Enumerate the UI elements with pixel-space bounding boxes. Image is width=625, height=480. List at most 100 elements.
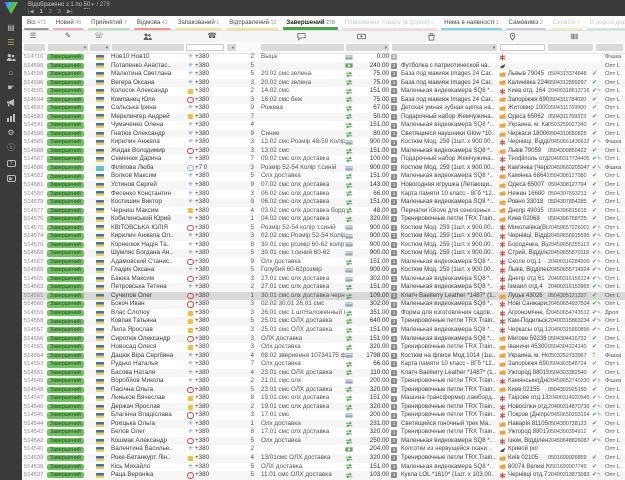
delivery-column-icon[interactable] — [505, 31, 519, 41]
column-filter[interactable] — [186, 44, 224, 52]
call-column-icon[interactable]: ☏ — [92, 31, 106, 41]
column-filter[interactable] — [24, 44, 45, 52]
table-row[interactable]: 514576ЗавершенийКобилинський Юрий✳+38010… — [22, 215, 625, 224]
table-row[interactable]: 514575ЗавершенийКВІТОВСЬКА ЮЛІЯ+3805Розм… — [22, 224, 625, 233]
clients-icon[interactable] — [4, 53, 18, 63]
tab-Завершений[interactable]: Завершений278 — [281, 16, 339, 30]
page-number[interactable]: 2 — [49, 9, 52, 15]
column-filter[interactable] — [112, 44, 184, 52]
table-row[interactable]: 514539ЗавершенийРоке-Бетанкурт Лін..+380… — [22, 454, 625, 463]
phone-column-icon[interactable]: ☎ — [205, 31, 219, 41]
column-filter[interactable] — [261, 44, 344, 52]
table-row[interactable]: 514594ЗавершенийКомпанец Юля+380318.02 с… — [22, 96, 625, 105]
tab-Нема в наявності[interactable]: Нема в наявності1 — [439, 16, 503, 30]
table-row[interactable]: 514549ЗавершенийВоробйов Микола✳+380221.… — [22, 377, 625, 386]
table-row[interactable]: 514586ЗавершенийФіліпова Люба+7 03Розмір… — [22, 164, 625, 173]
column-filter[interactable] — [500, 44, 545, 52]
table-row[interactable]: 514591ЗавершенийЧумаченко Олена✳+3804151… — [22, 121, 625, 130]
comment-column-icon[interactable] — [294, 31, 308, 41]
table-row[interactable]: 514559ЗавершенийВлас Слотюу+380326.01 см… — [22, 309, 625, 318]
table-row[interactable]: 514716ЗавершенийНов10 Нов10✳+3802Выца0.0… — [22, 53, 625, 62]
page-number[interactable]: 3 — [58, 9, 61, 15]
table-row[interactable]: 514558ЗавершенийКовпак Татьяна+380525.01… — [22, 317, 625, 326]
table-row[interactable]: 514574ЗавершенийКирилич Анжела Ол..✳+380… — [22, 232, 625, 241]
table-row[interactable]: 514540ЗавершенийВалентина Василье..✳+380… — [22, 445, 625, 454]
table-row[interactable]: 514554ЗавершенийДацюк Віра Сергіївна✳+38… — [22, 352, 625, 361]
column-filter[interactable]: ▼ — [90, 44, 110, 52]
table-row[interactable]: 514568ЗавершенийШумляс Богдана Ан..✳+380… — [22, 249, 625, 258]
client-column-icon[interactable] — [140, 31, 154, 41]
stats-icon[interactable] — [4, 113, 18, 123]
products-column-icon[interactable] — [424, 31, 438, 41]
column-filter[interactable]: ▼ — [392, 44, 497, 52]
tab-Відправлений[interactable]: Відправлений12 — [224, 16, 281, 30]
table-row[interactable]: 514592ЗавершенийМерклингер Андрей+380750… — [22, 113, 625, 122]
tab-В дорозі додому[interactable]: В дорозі додому0 — [585, 16, 625, 30]
marketing-icon[interactable] — [4, 98, 18, 108]
status-column-icon[interactable]: ✎ — [61, 31, 75, 41]
table-row[interactable]: 514599ЗавершенийПотапенко Анастас..✳+380… — [22, 62, 625, 71]
table-row[interactable]: 514587ЗавершенийСеменюк Дарина✳+380709.0… — [22, 155, 625, 164]
tab-Самовивіз[interactable]: Самовивіз2 — [504, 16, 548, 30]
first-page-button[interactable]: |◀ — [28, 9, 34, 15]
tab-Прийнятий[interactable]: Прийнятий7 — [86, 16, 132, 30]
orders-icon[interactable]: ☰ — [4, 38, 18, 48]
table-row[interactable]: 514590ЗавершенийГнатюк Олександр✳+3809Си… — [22, 130, 625, 139]
tab-Відмова[interactable]: Відмова42 — [132, 16, 173, 30]
table-row[interactable]: 514561ЗавершенийСучилов Олег+380130.01 с… — [22, 292, 625, 301]
tab-Запакований[interactable]: Запакований1 — [173, 16, 225, 30]
payment-column-icon[interactable] — [354, 31, 368, 41]
table-row[interactable]: 514579ЗавершенийКостишин Виктор✳+380906.… — [22, 198, 625, 207]
last-page-button[interactable]: ▶| — [67, 9, 73, 15]
table-row[interactable]: 514580ЗавершенийФесенко Константин✳+3803… — [22, 190, 625, 199]
tab-Всі[interactable]: Всі471 — [22, 16, 51, 30]
help-icon[interactable]: ? — [4, 158, 18, 168]
table-row[interactable]: 514546ЗавершенийДержач Ярослав+380219.01… — [22, 403, 625, 412]
table-row[interactable]: 514565ЗавершенийБаюка Максим+380327.01 с… — [22, 275, 625, 284]
video-icon[interactable]: ▶ — [4, 173, 18, 183]
table-row[interactable]: 514582ЗавершенийВолков Максим✳+3805Олх д… — [22, 172, 625, 181]
table-row[interactable]: 514598ЗавершенийМалютина Светлана✳+38052… — [22, 70, 625, 79]
table-row[interactable]: 514566ЗавершенийГладик Оксана✳+3805Голуб… — [22, 266, 625, 275]
table-row[interactable]: 514556ЗавершенийСиротюк Олександр+3803ОЛ… — [22, 335, 625, 344]
column-filter[interactable]: ▼ — [227, 44, 236, 52]
column-filter[interactable] — [548, 44, 593, 52]
table-row[interactable]: 514595ЗавершенийКолосок Александр+380214… — [22, 87, 625, 96]
app-logo[interactable] — [4, 2, 18, 14]
table-row[interactable]: 514560ЗавершенийБокоч Иван+380302.02 30.… — [22, 300, 625, 309]
table-row[interactable]: 514563ЗавершенийПетровська Тетяна✳+38022… — [22, 283, 625, 292]
page-number[interactable]: 1 — [40, 9, 43, 15]
table-row[interactable]: 514555ЗавершенийНовосад Олеся+3803Олх до… — [22, 343, 625, 352]
table-row[interactable]: 514547ЗавершенийЛиньков Вячеслав+380819.… — [22, 394, 625, 403]
table-row[interactable]: 514544ЗавершенийРокіцька Ольга✳+3801Олх … — [22, 420, 625, 429]
table-row[interactable]: 514581ЗавершенийУстинов Сергей✳+380907.0… — [22, 181, 625, 190]
column-filter[interactable]: ▼ — [346, 44, 389, 52]
table-row[interactable]: 514589ЗавершенийКирилич Анжела✳+380312.0… — [22, 138, 625, 147]
table-row[interactable]: 514557ЗавершенийЛила Ярослав+380325.01 с… — [22, 326, 625, 335]
table-row[interactable]: 514542ЗавершенийКошмак Александр+3805Олх… — [22, 437, 625, 446]
table-row[interactable]: 514577ЗавершенийЧерниш Максим+380403.02 … — [22, 207, 625, 216]
tab-Сервіси[interactable]: Сервіси0 — [548, 16, 585, 30]
table-row[interactable]: 514570ЗавершенийКорнелюк Надія Та..✳+380… — [22, 241, 625, 250]
table-row[interactable]: 514593ЗавершенийСольська Ірина✳+3809Роже… — [22, 104, 625, 113]
column-filter[interactable]: ▼ — [48, 44, 88, 52]
table-row[interactable]: 514548ЗавершенийПасічна Ольга+380523.01 … — [22, 386, 625, 395]
table-row[interactable]: 514545ЗавершенийБлагінна Владіслава+3803… — [22, 411, 625, 420]
info-icon[interactable]: ⓘ — [4, 143, 18, 153]
table-row[interactable]: 514553ЗавершенийРудько Наталья✳+3807Олх … — [22, 360, 625, 369]
dashboard-icon[interactable]: ▤ — [4, 23, 18, 33]
table-row[interactable]: 514538ЗавершенийКісь Михайло✳+3805ОЛХ до… — [22, 463, 625, 472]
tab-Новий[interactable]: Новий48 — [51, 16, 86, 30]
id-column-icon[interactable]: ☰ — [26, 31, 40, 41]
ttn-column-icon[interactable] — [567, 31, 581, 41]
table-row[interactable]: 514567ЗавершенийАдамовский Станис..+3809… — [22, 258, 625, 267]
bank-icon[interactable]: ⌂ — [4, 68, 18, 78]
table-row[interactable]: 514551ЗавершенийБасова Наталя✳+380423.01… — [22, 369, 625, 378]
table-row[interactable]: 514543ЗавершенийБелов Олег✳+380817.01 см… — [22, 428, 625, 437]
tab-Повернення товару (в дорозі)[interactable]: Повернення товару (в дорозі)0 — [340, 16, 439, 30]
column-filter[interactable] — [596, 44, 623, 52]
table-row[interactable]: 514537ЗавершенийРаца Вероніка+380511.01 … — [22, 471, 625, 480]
settings-icon[interactable]: ⚙ — [4, 128, 18, 138]
table-row[interactable]: 514596ЗавершенийВегера Оксана✳+380320.02… — [22, 79, 625, 88]
table-row[interactable]: 514588ЗавершенийЖидак Володимир+380313.0… — [22, 147, 625, 156]
